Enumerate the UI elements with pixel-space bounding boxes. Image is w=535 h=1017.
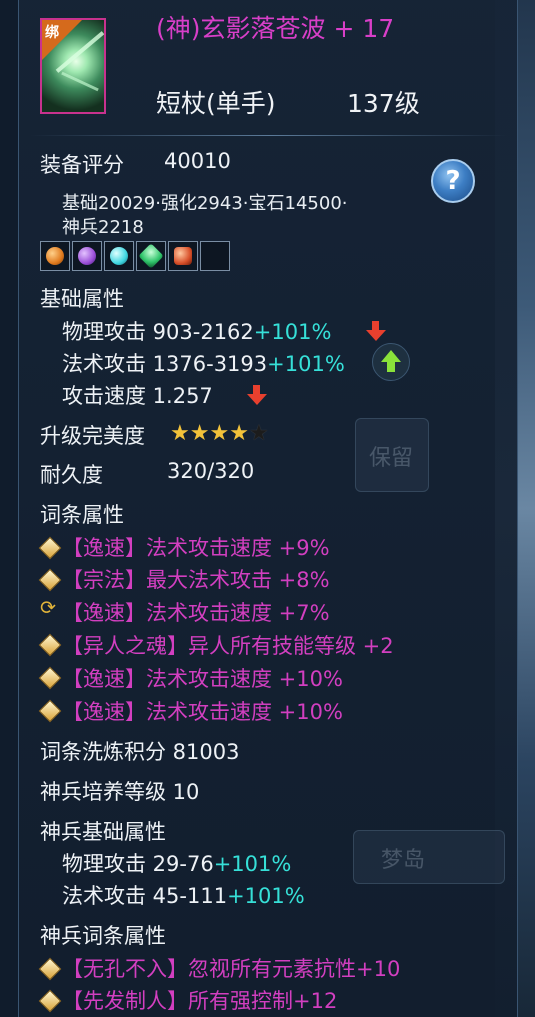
background-dream-island-button bbox=[353, 830, 505, 884]
bind-badge-text: 绑 bbox=[45, 25, 59, 41]
gem-slots bbox=[40, 241, 232, 271]
upgrade-stars: ★★★★★ bbox=[170, 421, 269, 446]
star-filled-icon: ★ bbox=[209, 421, 230, 446]
affix-line: 【逸速】法术攻击速度 +9% bbox=[62, 536, 330, 560]
score-value: 40010 bbox=[164, 149, 231, 173]
star-filled-icon: ★ bbox=[170, 421, 190, 446]
shenbing-base-title: 神兵基础属性 bbox=[40, 820, 166, 844]
score-breakdown-line2: 神兵2218 bbox=[62, 217, 144, 238]
background-dream-island-label: 梦岛 bbox=[381, 848, 426, 873]
item-name: (神)玄影落苍波 + 17 bbox=[156, 14, 395, 43]
gem-slot[interactable] bbox=[168, 241, 198, 271]
magic-attack-bonus: +101% bbox=[267, 352, 345, 376]
star-empty-icon: ★ bbox=[248, 421, 269, 446]
refine-score: 词条洗炼积分 81003 bbox=[40, 740, 240, 764]
score-label: 装备评分 bbox=[40, 153, 124, 177]
star-filled-icon: ★ bbox=[189, 421, 210, 446]
item-icon: 绑 bbox=[40, 18, 106, 114]
base-attr-title: 基础属性 bbox=[40, 287, 124, 311]
empty-gem-slot[interactable] bbox=[200, 241, 230, 271]
magic-attack: 法术攻击 1376-3193+101% bbox=[62, 348, 345, 378]
gem-slot[interactable] bbox=[40, 241, 70, 271]
increase-arrow-icon bbox=[372, 343, 410, 381]
affix-line: 【逸速】法术攻击速度 +10% bbox=[62, 700, 343, 724]
shenbing-affix-title: 神兵词条属性 bbox=[40, 924, 166, 948]
red-orange-gem-icon bbox=[174, 247, 192, 265]
help-question-icon[interactable]: ? bbox=[431, 159, 475, 203]
header-divider bbox=[30, 135, 508, 136]
affix-line: 【异人之魂】异人所有技能等级 +2 bbox=[62, 634, 394, 658]
shenbing-magic-value: 法术攻击 45-111 bbox=[62, 884, 228, 908]
shenbing-magic-bonus: +101% bbox=[227, 884, 305, 908]
phys-attack: 物理攻击 903-2162+101% bbox=[62, 316, 331, 346]
shenbing-phys-attack: 物理攻击 29-76+101% bbox=[62, 848, 291, 878]
affix-refresh-icon: ⟳ bbox=[40, 597, 56, 619]
gem-slot[interactable] bbox=[136, 241, 166, 271]
shenbing-phys-value: 物理攻击 29-76 bbox=[62, 852, 214, 876]
durability-label: 耐久度 bbox=[40, 463, 103, 487]
shenbing-level: 神兵培养等级 10 bbox=[40, 780, 200, 804]
purple-gem-icon bbox=[78, 247, 96, 265]
affix-title: 词条属性 bbox=[40, 503, 124, 527]
gem-slot[interactable] bbox=[72, 241, 102, 271]
shenbing-magic-attack: 法术攻击 45-111+101% bbox=[62, 880, 305, 910]
phys-attack-value: 物理攻击 903-2162 bbox=[62, 320, 254, 344]
affix-line: 【逸速】法术攻击速度 +7% bbox=[62, 601, 330, 625]
background-keep-label: 保留 bbox=[369, 446, 414, 471]
upgrade-perfection-label: 升级完美度 bbox=[40, 424, 145, 448]
magic-attack-value: 法术攻击 1376-3193 bbox=[62, 352, 268, 376]
cyan-gem-icon bbox=[110, 247, 128, 265]
phys-attack-bonus: +101% bbox=[253, 320, 332, 344]
star-filled-icon: ★ bbox=[229, 421, 249, 446]
affix-line: 【宗法】最大法术攻击 +8% bbox=[62, 568, 330, 592]
shenbing-affix-line: 【无孔不入】忽视所有元素抗性+10 bbox=[62, 957, 401, 981]
item-type: 短杖(单手) bbox=[156, 89, 276, 118]
shenbing-affix-line: 【先发制人】所有强控制+12 bbox=[62, 989, 338, 1013]
affix-line: 【逸速】法术攻击速度 +10% bbox=[62, 667, 343, 691]
gem-slot[interactable] bbox=[104, 241, 134, 271]
shenbing-phys-bonus: +101% bbox=[213, 852, 292, 876]
durability-value: 320/320 bbox=[167, 459, 255, 483]
item-level: 137级 bbox=[347, 89, 420, 118]
attack-speed: 攻击速度 1.257 bbox=[62, 384, 213, 408]
score-breakdown-line1: 基础20029·强化2943·宝石14500· bbox=[62, 193, 348, 214]
orange-gem-icon bbox=[46, 247, 64, 265]
green-gem-icon bbox=[138, 243, 164, 269]
